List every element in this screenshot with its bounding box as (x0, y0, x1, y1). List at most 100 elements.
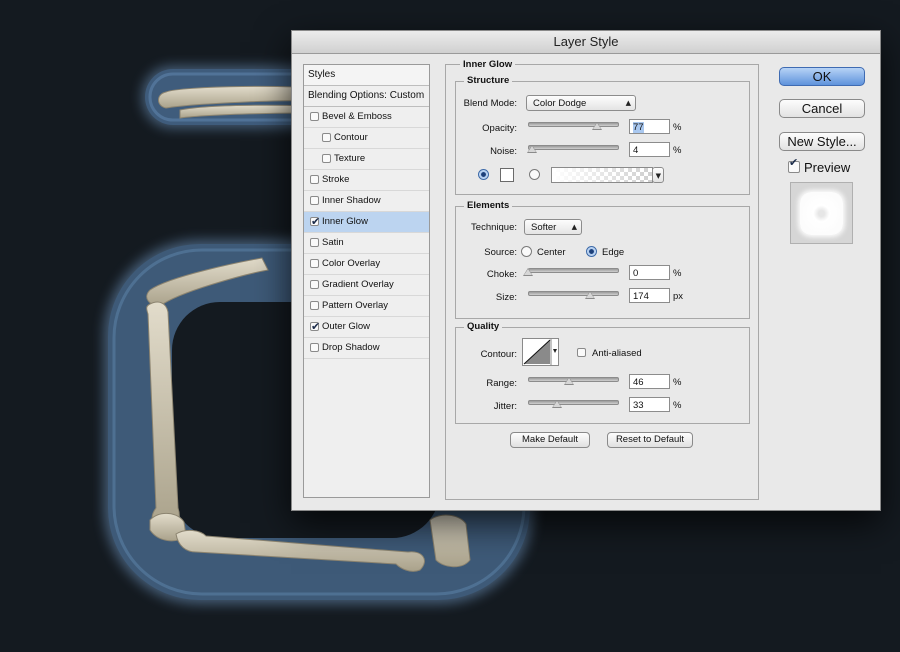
styles-header[interactable]: Styles (304, 65, 429, 86)
noise-slider-thumb[interactable] (526, 145, 537, 153)
make-default-button[interactable]: Make Default (510, 432, 590, 448)
gradient-dropdown[interactable]: ▼ (652, 167, 664, 183)
style-item-label: Bevel & Emboss (322, 111, 392, 122)
contour-curve-icon (523, 339, 557, 365)
source-edge-radio[interactable] (586, 246, 597, 257)
technique-select[interactable]: Softer ▲ (524, 219, 582, 235)
gradient-radio[interactable] (529, 169, 540, 180)
blending-options-item[interactable]: Blending Options: Custom (304, 86, 429, 107)
style-item-bevel-emboss[interactable]: Bevel & Emboss (304, 107, 429, 128)
noise-slider-track[interactable] (528, 145, 619, 150)
style-item-inner-glow[interactable]: Inner Glow (304, 212, 429, 233)
elements-group: Elements Technique: Softer ▲ Source: Cent… (455, 200, 750, 319)
contour-label: Contour: (480, 349, 517, 360)
quality-group: Quality Contour: Anti-aliased Range: 46 … (455, 321, 750, 424)
blend-mode-label: Blend Mode: (463, 98, 517, 109)
style-item-checkbox[interactable] (310, 175, 319, 184)
style-item-satin[interactable]: Satin (304, 233, 429, 254)
jitter-input[interactable]: 33 (629, 397, 670, 412)
choke-slider-thumb[interactable] (523, 268, 533, 276)
new-style-button[interactable]: New Style... (779, 132, 865, 151)
layer-style-dialog: Layer Style Styles Blending Options: Cus… (291, 30, 881, 511)
style-item-inner-shadow[interactable]: Inner Shadow (304, 191, 429, 212)
style-item-checkbox[interactable] (310, 238, 319, 247)
opacity-slider-thumb[interactable] (591, 122, 602, 130)
cancel-button[interactable]: Cancel (779, 99, 865, 118)
gradient-swatch[interactable] (551, 167, 653, 183)
range-input[interactable]: 46 (629, 374, 670, 389)
select-arrows-icon: ▲ (625, 99, 631, 107)
preview-swatch (790, 182, 853, 244)
noise-input[interactable]: 4 (629, 142, 670, 157)
ok-button[interactable]: OK (779, 67, 865, 86)
jitter-label: Jitter: (493, 401, 517, 412)
chevron-down-icon: ▼ (655, 172, 661, 180)
anti-aliased-label: Anti-aliased (592, 348, 642, 359)
range-slider-thumb[interactable] (563, 377, 574, 385)
elements-title: Elements (464, 200, 513, 211)
blend-mode-select[interactable]: Color Dodge ▲ (526, 95, 636, 111)
style-item-label: Outer Glow (322, 321, 371, 332)
range-label: Range: (486, 378, 517, 389)
style-item-label: Drop Shadow (322, 342, 380, 353)
size-unit: px (673, 291, 684, 302)
choke-label: Choke: (486, 269, 517, 280)
style-item-checkbox[interactable] (310, 343, 319, 352)
styles-list: Styles Blending Options: Custom Bevel & … (303, 64, 430, 498)
source-label: Source: (484, 247, 517, 258)
source-center-radio[interactable] (521, 246, 532, 257)
anti-aliased-checkbox[interactable] (577, 348, 586, 357)
glow-color-swatch[interactable] (500, 168, 514, 182)
style-item-contour[interactable]: Contour (304, 128, 429, 149)
select-arrows-icon: ▲ (571, 223, 577, 231)
size-input[interactable]: 174 (629, 288, 670, 303)
preview-checkbox[interactable] (788, 156, 800, 173)
jitter-unit: % (673, 400, 682, 411)
style-item-label: Gradient Overlay (322, 279, 394, 290)
style-item-outer-glow[interactable]: Outer Glow (304, 317, 429, 338)
style-item-checkbox[interactable] (310, 280, 319, 289)
style-item-drop-shadow[interactable]: Drop Shadow (304, 338, 429, 359)
source-center-label: Center (537, 247, 566, 258)
noise-label: Noise: (490, 146, 517, 157)
style-item-stroke[interactable]: Stroke (304, 170, 429, 191)
contour-picker[interactable] (522, 338, 559, 366)
choke-unit: % (673, 268, 682, 279)
noise-unit: % (673, 145, 682, 156)
style-item-checkbox[interactable] (310, 112, 319, 121)
style-item-gradient-overlay[interactable]: Gradient Overlay (304, 275, 429, 296)
style-item-checkbox[interactable] (322, 133, 331, 142)
choke-slider-track[interactable] (528, 268, 619, 273)
style-item-checkbox[interactable] (310, 259, 319, 268)
dialog-title: Layer Style (292, 31, 880, 54)
source-edge-label: Edge (602, 247, 625, 258)
inner-glow-title: Inner Glow (460, 59, 516, 70)
style-item-checkbox[interactable] (310, 317, 320, 337)
jitter-slider-track[interactable] (528, 400, 619, 405)
jitter-slider-thumb[interactable] (552, 400, 563, 408)
style-item-label: Satin (322, 237, 344, 248)
style-item-checkbox[interactable] (310, 212, 320, 232)
structure-title: Structure (464, 75, 513, 86)
solid-color-radio[interactable] (478, 169, 489, 180)
style-item-checkbox[interactable] (322, 154, 331, 163)
style-item-texture[interactable]: Texture (304, 149, 429, 170)
size-slider-track[interactable] (528, 291, 619, 296)
opacity-input[interactable]: 77 (629, 119, 670, 134)
reset-to-default-button[interactable]: Reset to Default (607, 432, 693, 448)
preview-label: Preview (804, 160, 851, 175)
structure-group: Structure Blend Mode: Color Dodge ▲ Opaci… (455, 75, 750, 195)
style-item-pattern-overlay[interactable]: Pattern Overlay (304, 296, 429, 317)
choke-input[interactable]: 0 (629, 265, 670, 280)
opacity-unit: % (673, 122, 682, 133)
preview-glow-shape (800, 192, 843, 235)
style-item-checkbox[interactable] (310, 301, 319, 310)
opacity-slider-track[interactable] (528, 122, 619, 127)
style-item-checkbox[interactable] (310, 196, 319, 205)
size-label: Size: (495, 292, 517, 303)
quality-title: Quality (464, 321, 503, 332)
size-slider-thumb[interactable] (585, 291, 596, 299)
style-item-label: Color Overlay (322, 258, 381, 269)
technique-label: Technique: (471, 222, 517, 233)
style-item-color-overlay[interactable]: Color Overlay (304, 254, 429, 275)
